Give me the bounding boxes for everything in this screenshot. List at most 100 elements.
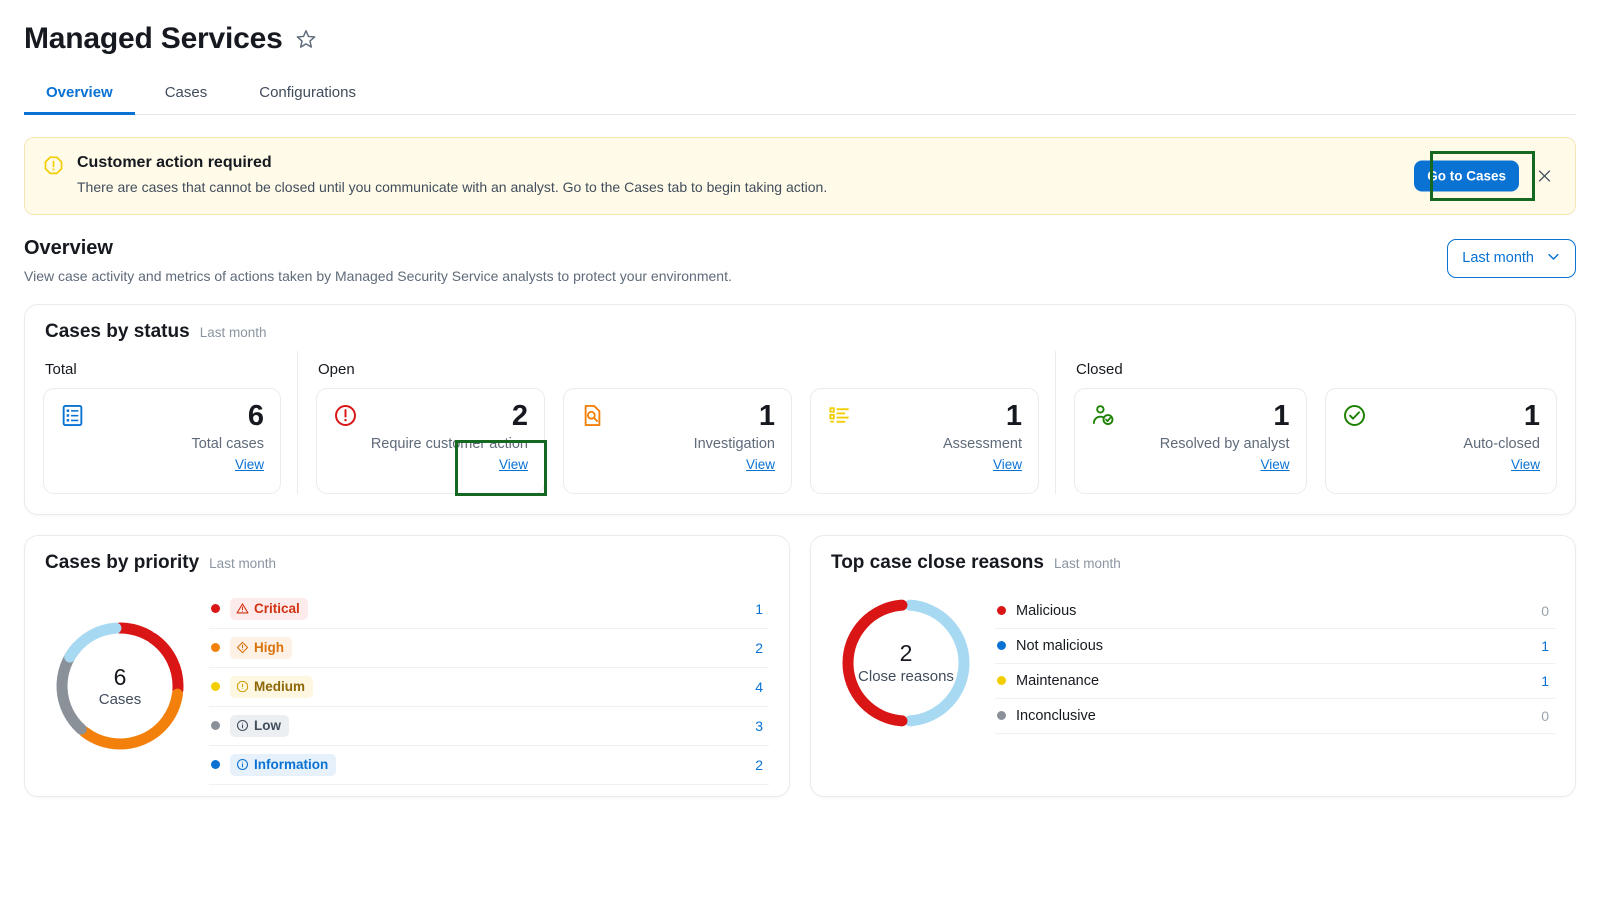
priority-badge-high: High	[230, 636, 292, 659]
tab-cases[interactable]: Cases	[143, 74, 230, 115]
view-link-total-cases[interactable]: View	[60, 457, 264, 472]
legend-item-information[interactable]: Information 2	[209, 746, 769, 785]
legend-label: Low	[230, 714, 745, 737]
legend-item-critical[interactable]: Critical 1	[209, 590, 769, 629]
legend-value: 4	[755, 678, 763, 695]
close-reasons-donut-value: 2	[899, 640, 913, 667]
cases-by-priority-header: Cases by priority Last month	[25, 536, 789, 574]
cases-by-status-card: Cases by status Last month Total 6 Total…	[24, 303, 1576, 515]
chevron-down-icon	[1546, 249, 1561, 268]
cases-by-status-header: Cases by status Last month	[25, 305, 1575, 343]
priority-donut-chart: 6 Cases	[45, 611, 195, 761]
go-to-cases-button[interactable]: Go to Cases	[1414, 160, 1519, 192]
status-group-total-label: Total	[45, 360, 77, 378]
legend-value: 1	[1541, 637, 1549, 654]
legend-item-maintenance[interactable]: Maintenance 1	[995, 664, 1555, 699]
exclamation-circle-icon	[333, 403, 358, 428]
tile-top: 1	[1091, 402, 1290, 431]
legend-dot	[211, 604, 220, 614]
legend-dot	[997, 641, 1006, 651]
tile-value: 2	[511, 399, 528, 432]
alert-description: There are cases that cannot be closed un…	[77, 179, 828, 195]
alert-actions: Go to Cases	[1414, 160, 1519, 192]
status-group-open: Open 2 Require customer action View 1 In…	[297, 350, 1055, 494]
legend-item-inconclusive[interactable]: Inconclusive 0	[995, 699, 1555, 734]
tile-total-cases[interactable]: 6 Total cases View	[43, 387, 281, 494]
legend-label: Malicious	[1016, 602, 1077, 619]
tab-configurations[interactable]: Configurations	[237, 74, 378, 115]
warning-triangle-icon	[236, 602, 249, 615]
tab-overview[interactable]: Overview	[24, 74, 135, 115]
tile-assessment[interactable]: 1 Assessment View	[810, 387, 1039, 494]
view-link-assessment[interactable]: View	[827, 457, 1022, 472]
tile-label: Total cases	[191, 436, 264, 453]
tile-auto-closed[interactable]: 1 Auto-closed View	[1324, 387, 1557, 494]
priority-donut-value: 6	[113, 663, 127, 690]
legend-dot	[211, 721, 220, 731]
view-link-resolved-by-analyst[interactable]: View	[1091, 457, 1289, 472]
legend-item-medium[interactable]: Medium 4	[209, 668, 769, 707]
close-reasons-donut-chart: 2 Close reasons	[831, 588, 981, 738]
legend-value: 0	[1541, 707, 1549, 724]
total-tiles: 6 Total cases View	[43, 387, 281, 494]
overview-section-header: Overview View case activity and metrics …	[24, 237, 1576, 284]
star-icon[interactable]	[295, 28, 317, 50]
close-reasons-donut-center: 2 Close reasons	[831, 640, 981, 685]
warning-hexagon-icon	[43, 155, 64, 176]
legend-dot	[211, 643, 220, 653]
legend-item-low[interactable]: Low 3	[209, 707, 769, 746]
report-list-icon	[60, 403, 85, 428]
legend-item-high[interactable]: High 2	[209, 629, 769, 668]
close-reasons-header: Top case close reasons Last month	[811, 536, 1575, 574]
tile-value: 1	[758, 399, 775, 432]
cases-by-status-subtitle: Last month	[199, 324, 267, 340]
info-circle-icon	[236, 719, 249, 732]
view-link-auto-closed[interactable]: View	[1342, 457, 1540, 472]
tile-resolved-by-analyst[interactable]: 1 Resolved by analyst View	[1074, 387, 1307, 494]
priority-legend: Critical 1 High 2 Medium 4 Low 3 Informa…	[209, 588, 769, 785]
warning-diamond-icon	[236, 641, 249, 654]
tile-top: 2	[333, 399, 528, 432]
tile-label: Require customer action	[370, 436, 528, 453]
cases-by-priority-title: Cases by priority	[45, 551, 200, 573]
customer-action-alert: Customer action required There are cases…	[24, 137, 1576, 215]
check-circle-icon	[1342, 403, 1367, 428]
view-link-require-customer-action[interactable]: View	[333, 457, 528, 472]
legend-item-not-malicious[interactable]: Not malicious 1	[995, 629, 1555, 664]
tile-label: Investigation	[693, 436, 775, 453]
legend-dot	[211, 760, 220, 770]
tile-top: 1	[1342, 402, 1540, 431]
priority-badge-information: Information	[230, 753, 337, 776]
tile-investigation[interactable]: 1 Investigation View	[563, 387, 792, 494]
date-range-select[interactable]: Last month	[1447, 238, 1576, 278]
tile-label: Assessment	[943, 436, 1022, 453]
status-groups: Total 6 Total cases View Open 2 Require …	[25, 350, 1575, 494]
close-reasons-body: 2 Close reasons Malicious 0 Not maliciou…	[811, 574, 1575, 738]
close-reasons-donut-caption: Close reasons	[858, 667, 954, 685]
view-link-investigation[interactable]: View	[580, 457, 775, 472]
legend-dot	[997, 606, 1006, 616]
status-group-closed: Closed 1 Resolved by analyst View 1 Auto…	[1055, 350, 1575, 494]
status-group-closed-label: Closed	[1076, 360, 1123, 378]
overview-title: Overview	[24, 236, 113, 259]
tile-top: 1	[827, 402, 1022, 431]
tile-label: Auto-closed	[1463, 436, 1540, 453]
legend-dot	[997, 711, 1006, 721]
legend-label: Maintenance	[1016, 672, 1100, 689]
tile-label: Resolved by analyst	[1159, 436, 1290, 453]
legend-item-malicious[interactable]: Malicious 0	[995, 594, 1555, 629]
close-icon[interactable]	[1536, 167, 1553, 184]
tile-require-customer-action[interactable]: 2 Require customer action View	[316, 387, 545, 494]
top-case-close-reasons-card: Top case close reasons Last month 2 Clos…	[810, 534, 1576, 797]
close-reasons-legend: Malicious 0 Not malicious 1 Maintenance …	[995, 592, 1555, 734]
legend-value: 3	[755, 717, 763, 734]
legend-value: 1	[755, 600, 763, 617]
legend-value: 0	[1541, 602, 1549, 619]
overview-heading-block: Overview View case activity and metrics …	[24, 237, 732, 284]
priority-donut-center: 6 Cases	[45, 663, 195, 708]
close-reasons-subtitle: Last month	[1053, 555, 1121, 571]
tile-value: 6	[247, 399, 264, 432]
priority-badge-critical: Critical	[230, 597, 308, 620]
legend-label: Not malicious	[1016, 637, 1104, 654]
legend-value: 2	[755, 756, 763, 773]
